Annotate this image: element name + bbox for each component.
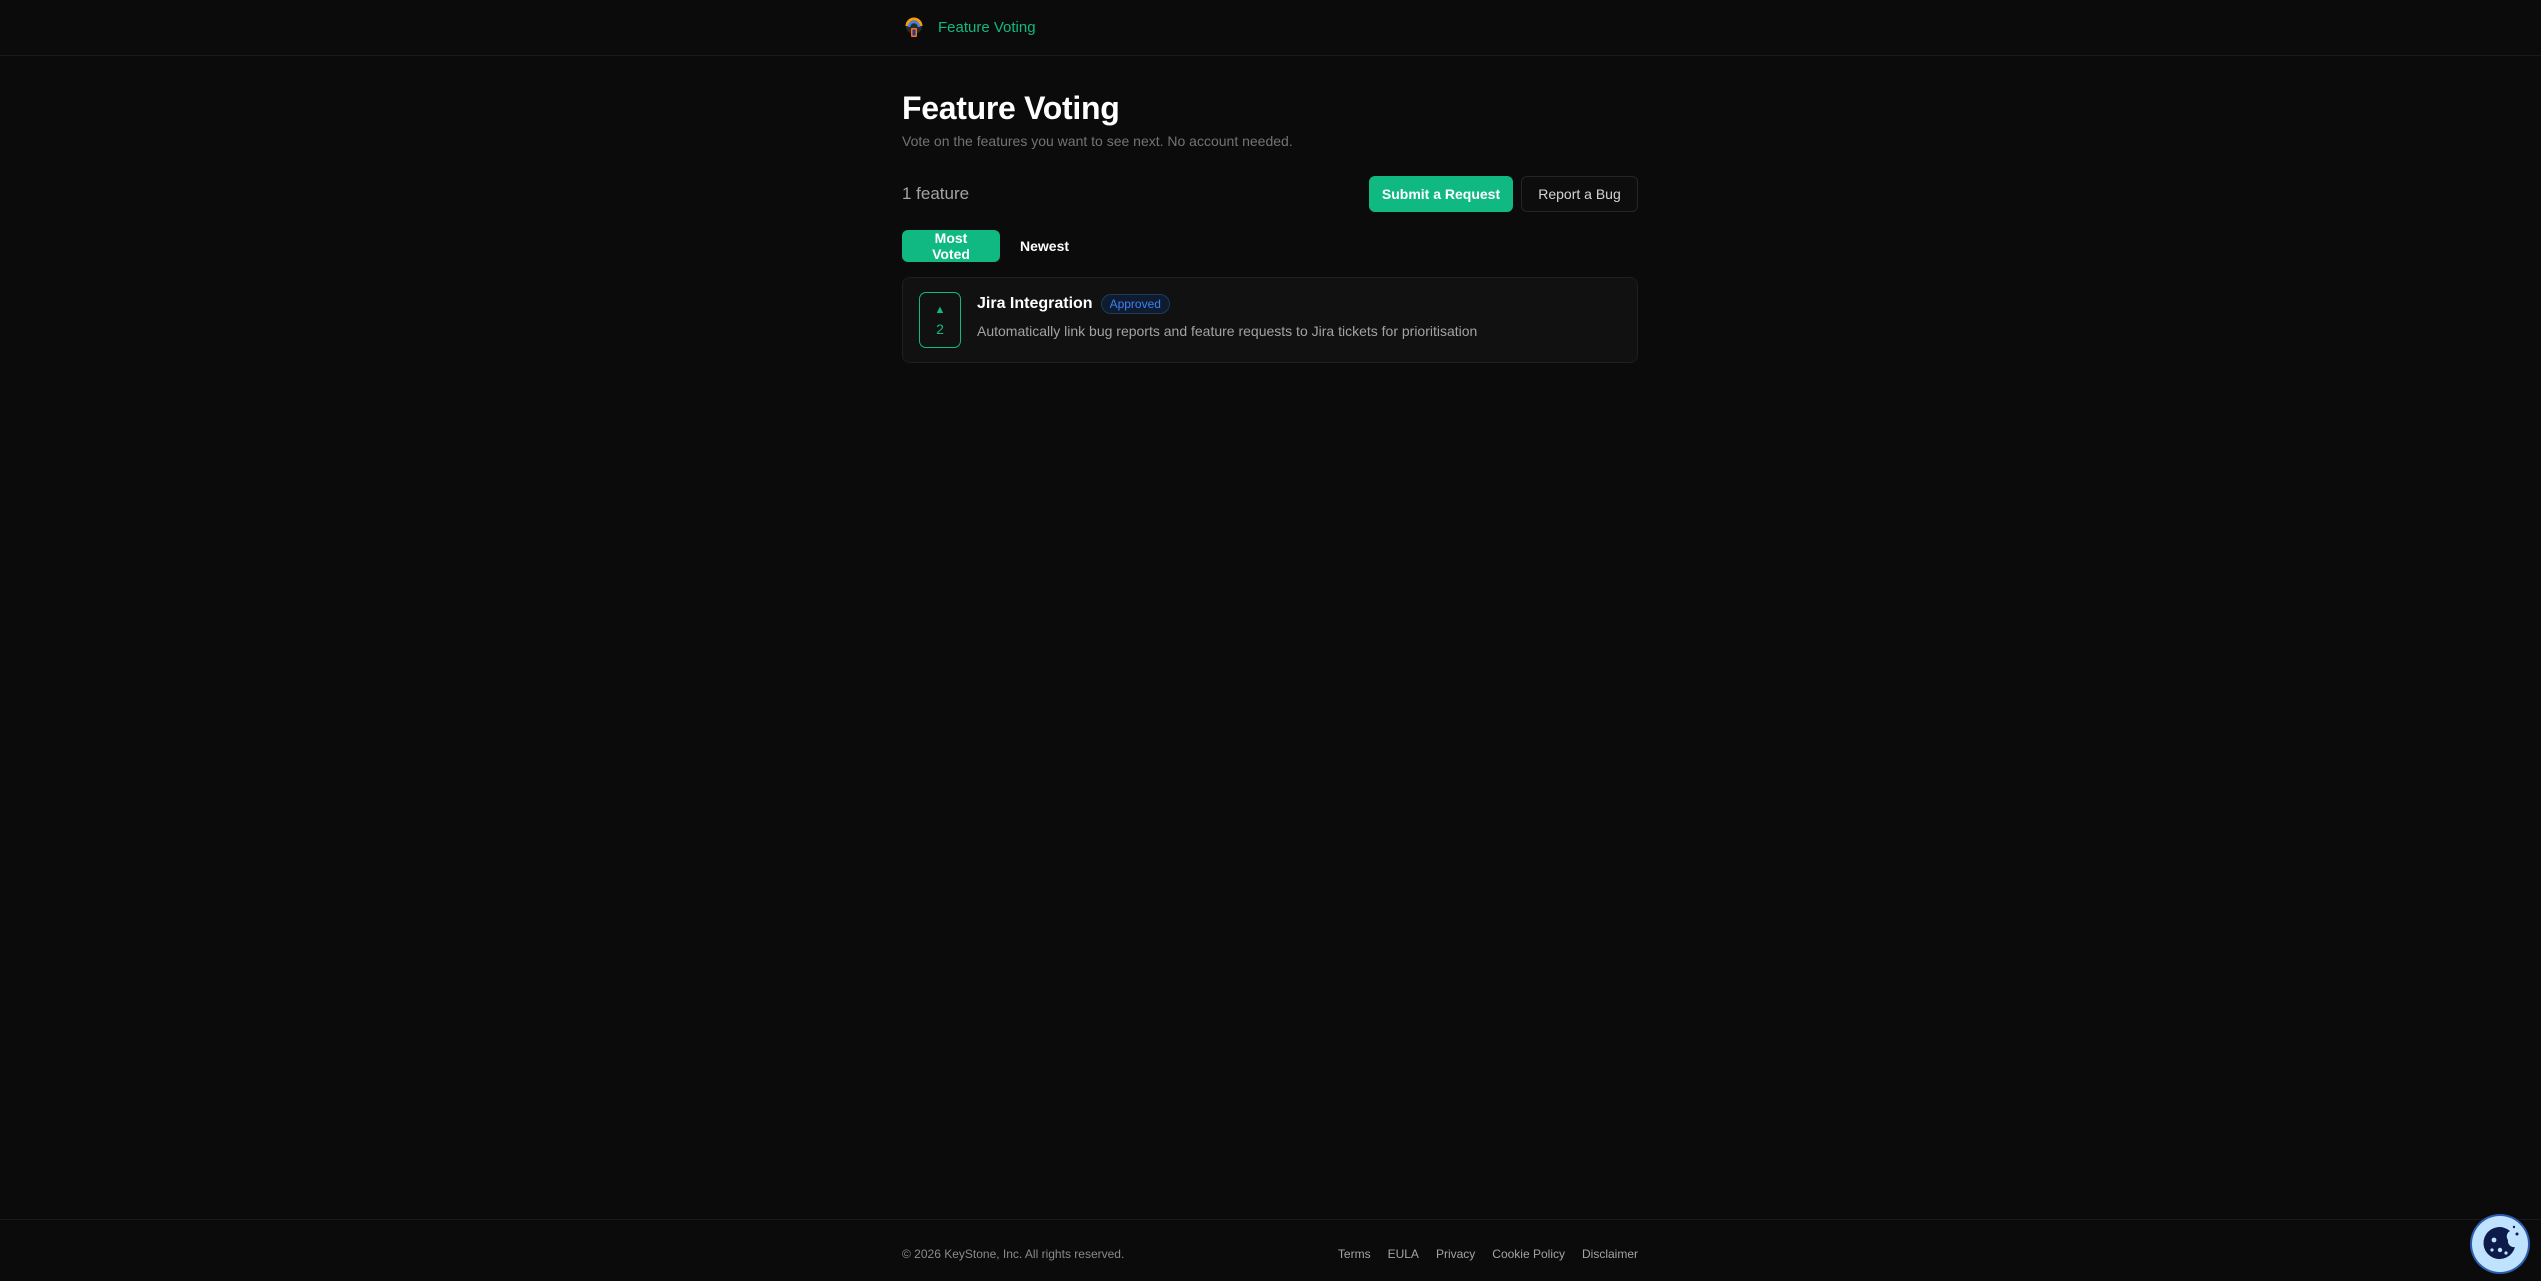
footer-links: Terms EULA Privacy Cookie Policy Disclai… [1338,1247,1638,1261]
copyright-text: © 2026 KeyStone, Inc. All rights reserve… [902,1247,1125,1261]
brand-title: Feature Voting [938,18,1036,36]
tab-newest[interactable]: Newest [1008,230,1081,262]
report-bug-button[interactable]: Report a Bug [1521,176,1638,212]
feature-count: 1 feature [902,184,970,203]
page-subtitle: Vote on the features you want to see nex… [902,133,1293,149]
feature-head: Jira Integration Approved [977,293,1477,315]
status-badge: Approved [1100,294,1170,314]
footer-link-privacy[interactable]: Privacy [1436,1247,1475,1261]
footer-link-cookie-policy[interactable]: Cookie Policy [1492,1247,1565,1261]
cookie-icon [2472,1216,2528,1272]
page-title: Feature Voting [902,90,1120,126]
sort-tabs: Most Voted Newest [902,230,1081,262]
upvote-button[interactable]: ▲ 2 [919,292,961,348]
feature-voting-page: Feature Voting Feature Voting Vote on th… [0,0,2541,1281]
footer: © 2026 KeyStone, Inc. All rights reserve… [0,1219,2541,1281]
tab-most-voted[interactable]: Most Voted [902,230,1000,262]
upvote-arrow-icon: ▲ [934,303,946,316]
feature-body: Jira Integration Approved Automatically … [977,293,1477,339]
top-bar: Feature Voting [0,0,2541,56]
vote-count: 2 [936,320,944,337]
submit-request-button[interactable]: Submit a Request [1369,176,1513,212]
feature-description: Automatically link bug reports and featu… [977,323,1478,339]
feature-title[interactable]: Jira Integration [977,295,1093,313]
footer-link-eula[interactable]: EULA [1388,1247,1419,1261]
keystone-logo-icon [905,17,923,37]
cookie-settings-button[interactable] [2470,1214,2530,1274]
footer-link-terms[interactable]: Terms [1338,1247,1371,1261]
feature-card: ▲ 2 Jira Integration Approved Automatica… [902,277,1638,363]
footer-link-disclaimer[interactable]: Disclaimer [1582,1247,1638,1261]
brand-home-link[interactable]: Feature Voting [902,14,1036,40]
